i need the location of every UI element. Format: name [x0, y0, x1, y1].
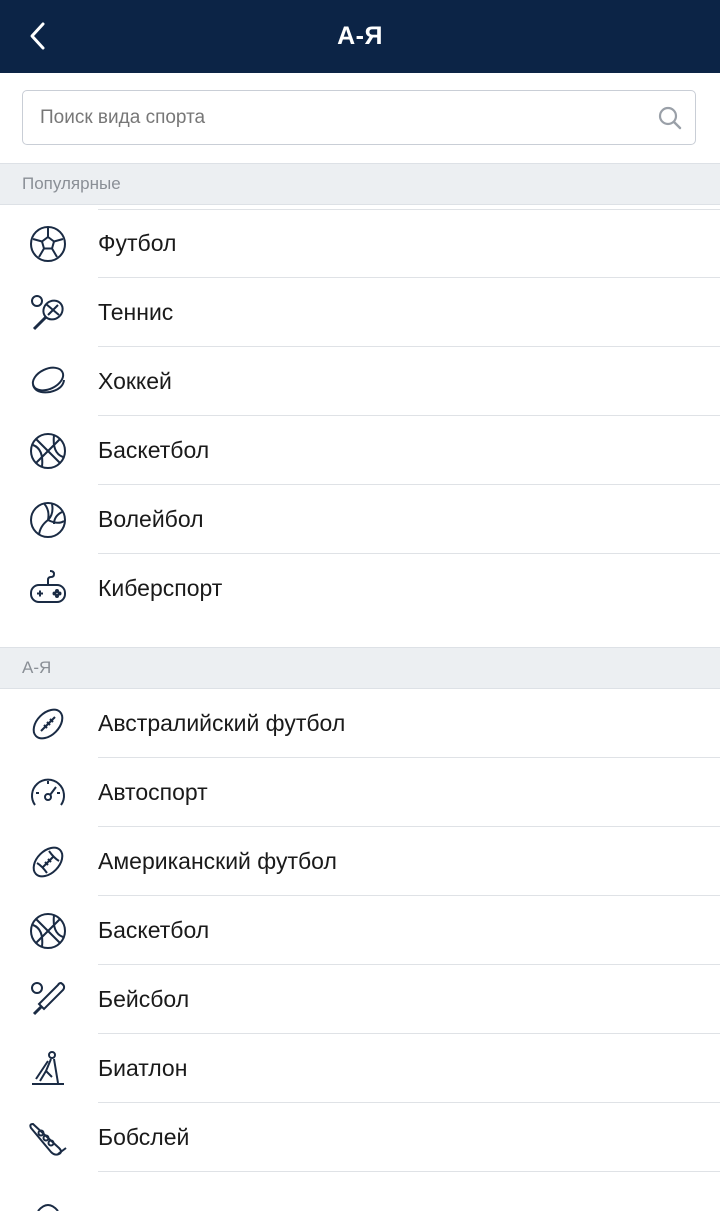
sport-item-esports[interactable]: Киберспорт	[0, 554, 720, 623]
volleyball-icon	[27, 500, 69, 540]
sport-label: Хоккей	[98, 368, 172, 394]
sport-item-baseball[interactable]: Бейсбол	[0, 965, 720, 1034]
search-bar	[0, 73, 720, 163]
sport-label: Футбол	[98, 230, 177, 256]
search-box[interactable]	[22, 90, 696, 145]
hockey-puck-icon	[27, 362, 69, 402]
aussie-rules-ball-icon	[27, 704, 69, 744]
section-title: Популярные	[22, 174, 121, 193]
section-header-az: А-Я	[0, 647, 720, 689]
sport-item-basketball-az[interactable]: Баскетбол	[0, 896, 720, 965]
basketball-icon	[27, 431, 69, 471]
sport-item-aussie-rules[interactable]: Австралийский футбол	[0, 689, 720, 758]
sport-label: Баскетбол	[98, 437, 210, 463]
sport-item-biathlon[interactable]: Биатлон	[0, 1034, 720, 1103]
section-title: А-Я	[22, 658, 52, 677]
speedometer-icon	[27, 773, 69, 813]
sport-label: Волейбол	[98, 506, 204, 532]
sport-item-motorsport[interactable]: Автоспорт	[0, 758, 720, 827]
sport-item-tennis[interactable]: Теннис	[0, 278, 720, 347]
chevron-left-icon	[30, 22, 45, 50]
bobsleigh-icon	[27, 1118, 69, 1158]
back-button[interactable]	[18, 16, 58, 56]
gamepad-icon	[27, 569, 69, 609]
sport-item-volleyball[interactable]: Волейбол	[0, 485, 720, 554]
search-icon[interactable]	[657, 105, 683, 131]
sport-item-partial[interactable]	[0, 1172, 720, 1212]
baseball-bat-icon	[27, 980, 69, 1020]
sport-item-bobsleigh[interactable]: Бобслей	[0, 1103, 720, 1172]
sport-label: Автоспорт	[98, 779, 208, 805]
sport-label: Баскетбол	[98, 917, 210, 943]
sport-label: Австралийский футбол	[98, 710, 346, 736]
sport-label: Биатлон	[98, 1055, 188, 1081]
partial-icon	[27, 1186, 69, 1226]
soccer-ball-icon	[27, 224, 69, 264]
sport-label: Бобслей	[98, 1124, 190, 1150]
sport-label: Бейсбол	[98, 986, 190, 1012]
biathlon-icon	[27, 1049, 69, 1089]
sport-label: Теннис	[98, 299, 174, 325]
sport-item-basketball[interactable]: Баскетбол	[0, 416, 720, 485]
basketball-icon	[27, 911, 69, 951]
american-football-icon	[27, 842, 69, 882]
section-header-popular: Популярные	[0, 163, 720, 205]
sport-item-football[interactable]: Футбол	[0, 209, 720, 278]
sport-item-hockey[interactable]: Хоккей	[0, 347, 720, 416]
sport-label: Американский футбол	[98, 848, 337, 874]
tennis-racket-icon	[27, 293, 69, 333]
sport-item-american-football[interactable]: Американский футбол	[0, 827, 720, 896]
search-input[interactable]	[23, 92, 640, 143]
app-header: А-Я	[0, 0, 720, 73]
sport-label: Киберспорт	[98, 575, 223, 601]
page-title: А-Я	[337, 22, 383, 50]
